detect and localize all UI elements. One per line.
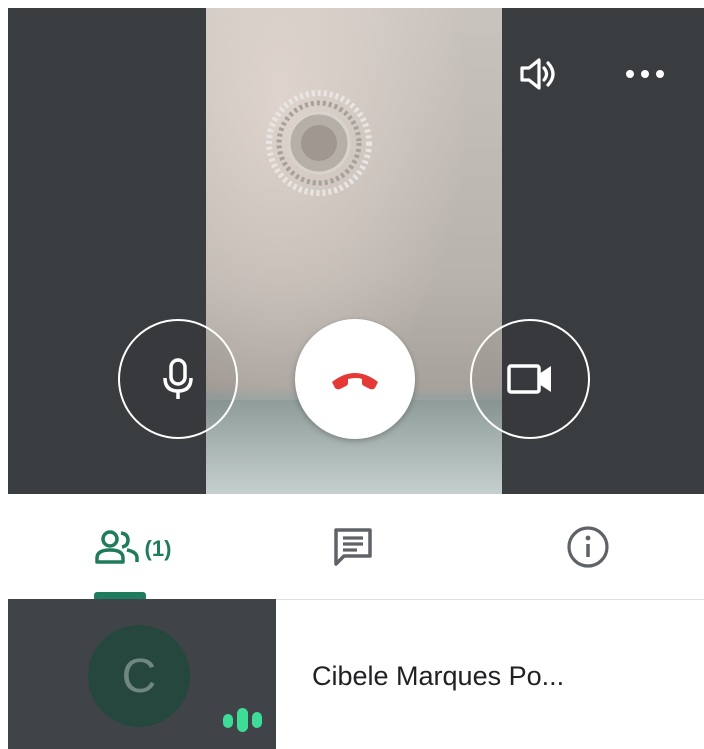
avatar: C bbox=[88, 625, 190, 727]
info-icon bbox=[567, 525, 609, 568]
tab-info[interactable] bbox=[533, 494, 643, 599]
more-options-button[interactable] bbox=[621, 50, 669, 98]
participant-name: Cibele Marques Po... bbox=[312, 661, 565, 691]
people-icon bbox=[94, 529, 139, 564]
more-horizontal-icon bbox=[626, 70, 664, 78]
tab-chat[interactable] bbox=[288, 494, 418, 599]
video-stage bbox=[8, 8, 704, 494]
ceiling-lamp-image bbox=[266, 90, 372, 196]
participant-count: (1) bbox=[144, 535, 172, 561]
camera-toggle-button[interactable] bbox=[470, 319, 590, 439]
volume-up-icon bbox=[520, 58, 555, 90]
videocam-icon bbox=[507, 364, 551, 394]
microphone-icon bbox=[163, 358, 193, 399]
active-tab-indicator bbox=[94, 592, 146, 599]
audio-level-icon bbox=[223, 708, 262, 732]
microphone-button[interactable] bbox=[118, 319, 238, 439]
chat-icon bbox=[334, 527, 372, 566]
tab-people[interactable]: (1) bbox=[58, 494, 208, 599]
speaker-button[interactable] bbox=[514, 50, 562, 98]
tab-bar: (1) bbox=[8, 494, 704, 600]
participant-list-item[interactable]: C Cibele Marques Po... bbox=[8, 599, 704, 749]
participant-tile: C bbox=[8, 599, 276, 749]
end-call-button[interactable] bbox=[295, 319, 415, 439]
phone-hangup-icon bbox=[332, 373, 378, 390]
